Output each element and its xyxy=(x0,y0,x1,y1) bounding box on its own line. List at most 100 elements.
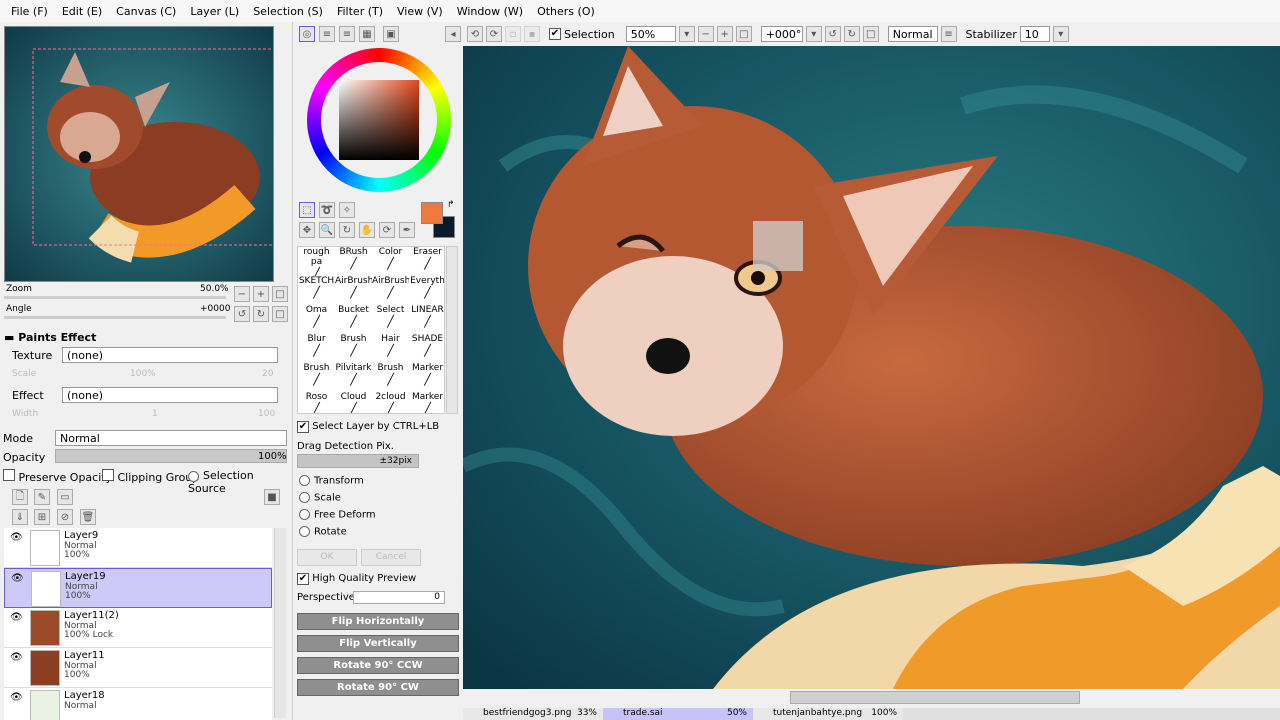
nav-zoom-out-button[interactable]: − xyxy=(234,286,250,302)
mode-select[interactable]: Normal xyxy=(55,430,287,446)
brush-preset[interactable]: AirBrush ╱ xyxy=(372,276,409,305)
angle-field[interactable]: +000° xyxy=(760,26,803,42)
rotate-radio[interactable] xyxy=(299,526,310,537)
brush-preset[interactable]: BRush ╱ xyxy=(335,247,372,276)
brush-preset[interactable]: SKETCH ╱ xyxy=(298,276,335,305)
scrollbar-thumb[interactable] xyxy=(790,691,1080,704)
drag-detect-slider[interactable]: ±32pix xyxy=(297,454,419,468)
angle-slider[interactable] xyxy=(4,316,226,319)
brush-preset[interactable]: Marker ╱ xyxy=(409,363,444,392)
rotate-ccw-button[interactable]: ↺ xyxy=(824,26,841,42)
zoom-in-button[interactable]: + xyxy=(716,26,733,42)
brush-preset[interactable]: Hair ╱ xyxy=(372,334,409,363)
swatches-tab-icon[interactable]: ▦ xyxy=(359,26,375,42)
layer-row[interactable]: 👁 Layer11 Normal 100% xyxy=(4,648,272,688)
stabilizer-field[interactable]: 10 xyxy=(1019,26,1050,42)
eyedropper-tool-icon[interactable]: ✒ xyxy=(399,222,415,238)
flip-view-button[interactable]: ≡ xyxy=(940,26,957,42)
nav-zoom-fit-button[interactable]: □ xyxy=(272,286,288,302)
menu-view[interactable]: View (V) xyxy=(397,5,443,18)
nav-rotate-ccw-button[interactable]: ↺ xyxy=(234,306,250,322)
panel-toggle-icon[interactable]: ◂ xyxy=(445,26,461,42)
scratchpad-tab-icon[interactable]: ▣ xyxy=(383,26,399,42)
hq-preview-checkbox[interactable]: ✔ xyxy=(297,573,309,585)
select-layer-checkbox[interactable]: ✔ xyxy=(297,421,309,433)
invert-selection-button[interactable]: ▪ xyxy=(524,26,540,42)
clipping-group-checkbox[interactable] xyxy=(102,469,114,481)
document-tab-active[interactable]: trade.sai 50% xyxy=(603,708,753,720)
primary-color-swatch[interactable] xyxy=(421,202,443,224)
brush-preset[interactable]: Eraser ╱ xyxy=(409,247,444,276)
zoom-dropdown-icon[interactable]: ▾ xyxy=(678,26,695,42)
layer-mask-icon[interactable]: ■ xyxy=(264,489,280,505)
brush-preset[interactable]: Brush ╱ xyxy=(335,334,372,363)
clear-layer-icon[interactable]: ⊘ xyxy=(57,509,73,525)
preserve-opacity-checkbox[interactable] xyxy=(3,469,15,481)
visibility-eye-icon[interactable]: 👁 xyxy=(10,652,23,663)
rgb-slider-tab-icon[interactable]: ≡ xyxy=(319,26,335,42)
brush-preset[interactable]: Select ╱ xyxy=(372,305,409,334)
document-tab[interactable]: bestfriendgog3.png 33% xyxy=(463,708,603,720)
brush-preset[interactable]: SHADE ╱ xyxy=(409,334,444,363)
texture-select[interactable]: (none) xyxy=(62,347,278,363)
flip-vertically-button[interactable]: Flip Vertically xyxy=(297,635,459,652)
layer-row-active[interactable]: 👁 Layer19 Normal 100% xyxy=(4,568,272,608)
brush-preset[interactable]: Roso ╱ xyxy=(298,392,335,413)
rotate-reset-button[interactable]: □ xyxy=(862,26,879,42)
new-layer-icon[interactable]: 🗋 xyxy=(12,489,28,505)
layer-row[interactable]: 👁 Layer18 Normal xyxy=(4,688,272,720)
brush-preset[interactable]: LINEAR ╱ xyxy=(409,305,444,334)
selection-source-radio[interactable] xyxy=(188,470,199,482)
layer-row[interactable]: 👁 Layer11(2) Normal 100% Lock xyxy=(4,608,272,648)
brush-preset[interactable]: Cloud ╱ xyxy=(335,392,372,413)
brush-preset[interactable]: Color ╱ xyxy=(372,247,409,276)
delete-layer-icon[interactable]: 🗑 xyxy=(80,509,96,525)
saturation-value-square[interactable] xyxy=(339,80,419,160)
transform-option[interactable]: Transform xyxy=(299,475,364,487)
menu-selection[interactable]: Selection (S) xyxy=(253,5,323,18)
zoom-tool-icon[interactable]: 🔍 xyxy=(319,222,335,238)
zoom-slider[interactable] xyxy=(4,296,226,299)
merge-down-icon[interactable]: ⊞ xyxy=(34,509,50,525)
rotate-option[interactable]: Rotate xyxy=(299,526,347,538)
free-deform-radio[interactable] xyxy=(299,509,310,520)
color-wheel-tab-icon[interactable]: ◎ xyxy=(299,26,315,42)
hand-tool-icon[interactable]: ✋ xyxy=(359,222,375,238)
brush-preset[interactable]: Blur ╱ xyxy=(298,334,335,363)
move-tool-icon[interactable]: ✥ xyxy=(299,222,315,238)
new-linework-layer-icon[interactable]: ✎ xyxy=(34,489,50,505)
opacity-slider[interactable] xyxy=(55,449,287,463)
nav-rotate-cw-button[interactable]: ↻ xyxy=(253,306,269,322)
menu-layer[interactable]: Layer (L) xyxy=(190,5,239,18)
hq-preview-option[interactable]: ✔ High Quality Preview xyxy=(297,573,416,585)
rotate-cw-90-button[interactable]: Rotate 90° CW xyxy=(297,679,459,696)
menu-edit[interactable]: Edit (E) xyxy=(62,5,102,18)
layer-scrollbar[interactable] xyxy=(274,528,286,718)
brush-preset[interactable]: rough pa ╱ xyxy=(298,247,335,276)
selection-checkbox[interactable]: ✔ xyxy=(549,28,561,40)
perspective-field[interactable]: 0 xyxy=(353,591,445,604)
brush-preset[interactable]: Brush ╱ xyxy=(298,363,335,392)
scale-option[interactable]: Scale xyxy=(299,492,341,504)
menu-filter[interactable]: Filter (T) xyxy=(337,5,383,18)
menu-others[interactable]: Others (O) xyxy=(537,5,595,18)
new-folder-icon[interactable]: ▭ xyxy=(57,489,73,505)
undo-button[interactable]: ⟲ xyxy=(467,26,483,42)
select-layer-option[interactable]: ✔ Select Layer by CTRL+LB xyxy=(297,421,439,433)
ok-button[interactable]: OK xyxy=(297,549,357,566)
nav-zoom-in-button[interactable]: + xyxy=(253,286,269,302)
brush-preset[interactable]: Brush ╱ xyxy=(372,363,409,392)
rotate-tool-icon[interactable]: ↻ xyxy=(339,222,355,238)
canvas-horizontal-scrollbar[interactable] xyxy=(463,689,1280,708)
menu-canvas[interactable]: Canvas (C) xyxy=(116,5,176,18)
visibility-eye-icon[interactable]: 👁 xyxy=(11,573,24,584)
visibility-eye-icon[interactable]: 👁 xyxy=(10,692,23,703)
redo-button[interactable]: ⟳ xyxy=(486,26,502,42)
rect-select-tool-icon[interactable]: ⬚ xyxy=(299,202,315,218)
brush-preset[interactable]: AirBrush ╱ xyxy=(335,276,372,305)
stabilizer-dropdown-icon[interactable]: ▾ xyxy=(1052,26,1069,42)
lasso-tool-icon[interactable]: ➰ xyxy=(319,202,335,218)
flip-horizontally-button[interactable]: Flip Horizontally xyxy=(297,613,459,630)
deselect-button[interactable]: ▫ xyxy=(505,26,521,42)
navigator-preview[interactable] xyxy=(4,26,274,282)
